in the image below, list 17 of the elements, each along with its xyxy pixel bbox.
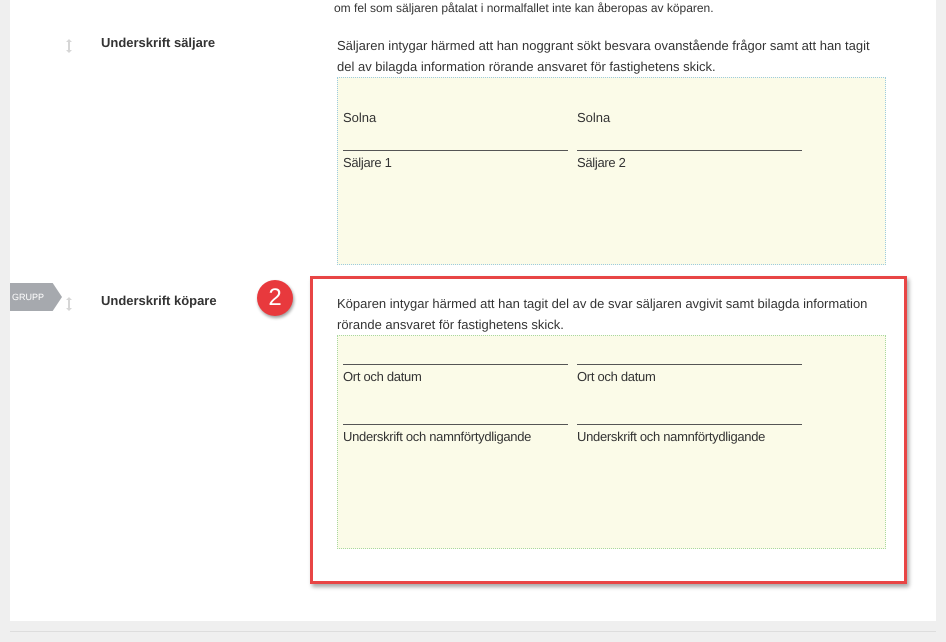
description-text: Köparen intygar härmed att han tagit del av de svar säljaren avgivit samt bilagda information rörande ansvaret för fastighetens skick. [337,295,868,334]
place-text: Solna [577,109,612,127]
description-text: Säljaren intygar härmed att han noggrant sökt besvara ovanstående frågor samt att han tagit del av bilagda information rörande ansvaret för fastighetens skick. [337,37,871,76]
signature-caption: Underskrift och namnförtydligande [343,429,532,444]
step-badge: 2 [257,280,293,316]
group-tag: GRUPP [10,283,62,311]
paragraph-text: om fel som säljaren påtalat i normalfallet inte kan åberopas av köparen. [334,1,714,15]
drag-handle-icon[interactable] [65,296,73,312]
signature-caption: Ort och datum [343,369,422,384]
signature-caption: Säljare 2 [577,155,627,170]
drag-handle-icon[interactable] [65,38,73,54]
signature-caption: Ort och datum [577,369,656,384]
place-text: Solna [343,109,378,127]
field-label: Underskrift säljare [101,35,216,50]
signature-caption: Säljare 1 [343,155,393,170]
field-label: Underskrift köpare [101,293,217,308]
signature-caption: Underskrift och namnförtydligande [577,429,766,444]
